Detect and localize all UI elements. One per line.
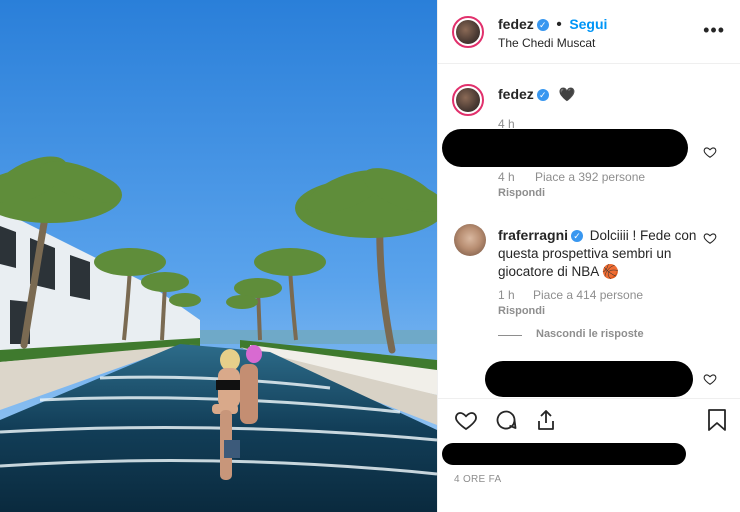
comment-like-heart-icon[interactable] — [703, 145, 717, 159]
reply-button[interactable]: Rispondi — [498, 187, 545, 199]
comment-age[interactable]: 1 h — [498, 288, 515, 302]
comment-likes[interactable]: Piace a 392 persone — [535, 170, 645, 184]
bookmark-icon[interactable] — [706, 408, 728, 432]
caption-avatar[interactable] — [452, 84, 484, 116]
hide-replies-button[interactable]: Nascondi le risposte — [536, 328, 644, 340]
verified-badge-icon: ✓ — [536, 89, 549, 102]
comment-likes[interactable]: Piace a 414 persone — [533, 288, 643, 302]
caption-username[interactable]: fedez — [498, 86, 534, 102]
post-side-panel: fedez ✓ • Segui The Chedi Muscat ••• fede… — [437, 0, 740, 512]
comment-body: fraferragni ✓ Dolciiii ! Fede con questa … — [498, 226, 708, 281]
author-line: fedez ✓ • Segui — [498, 16, 607, 34]
pool-palms-image — [0, 0, 437, 512]
verified-badge-icon: ✓ — [571, 230, 584, 243]
replies-divider — [498, 335, 522, 336]
comment-text-line1: Dolciiii ! Fede con — [589, 228, 697, 243]
ellipsis-icon[interactable]: ••• — [703, 20, 725, 41]
heart-icon[interactable] — [454, 408, 478, 432]
redacted-likes-bar — [442, 443, 686, 465]
comment-text-line3: giocatore di NBA 🏀 — [498, 264, 620, 279]
comment-like-heart-icon[interactable] — [703, 372, 717, 386]
post-location[interactable]: The Chedi Muscat — [498, 36, 595, 50]
author-avatar[interactable] — [452, 16, 484, 48]
caption-text: 🖤 — [558, 87, 576, 102]
comment-text-line2: questa prospettiva sembri un — [498, 246, 672, 261]
redacted-reply-bar — [485, 361, 693, 397]
comment-icon[interactable] — [494, 408, 518, 432]
post-header: fedez ✓ • Segui The Chedi Muscat ••• — [438, 0, 740, 64]
comment-like-heart-icon[interactable] — [703, 231, 717, 245]
caption: fedez ✓ 🖤 — [498, 85, 575, 104]
comment-age[interactable]: 4 h — [498, 170, 515, 184]
share-icon[interactable] — [534, 408, 558, 432]
comment-username[interactable]: fraferragni — [498, 227, 568, 243]
commenter-avatar[interactable] — [454, 224, 486, 256]
reply-button[interactable]: Rispondi — [498, 305, 545, 317]
author-username[interactable]: fedez — [498, 16, 534, 32]
post-photo[interactable] — [0, 0, 437, 512]
redacted-comment-bar — [442, 129, 688, 167]
post-timestamp[interactable]: 4 ORE FA — [454, 474, 501, 485]
separator-dot: • — [556, 16, 562, 33]
verified-badge-icon: ✓ — [536, 18, 549, 31]
actions-divider — [438, 398, 740, 400]
follow-button[interactable]: Segui — [569, 16, 607, 32]
